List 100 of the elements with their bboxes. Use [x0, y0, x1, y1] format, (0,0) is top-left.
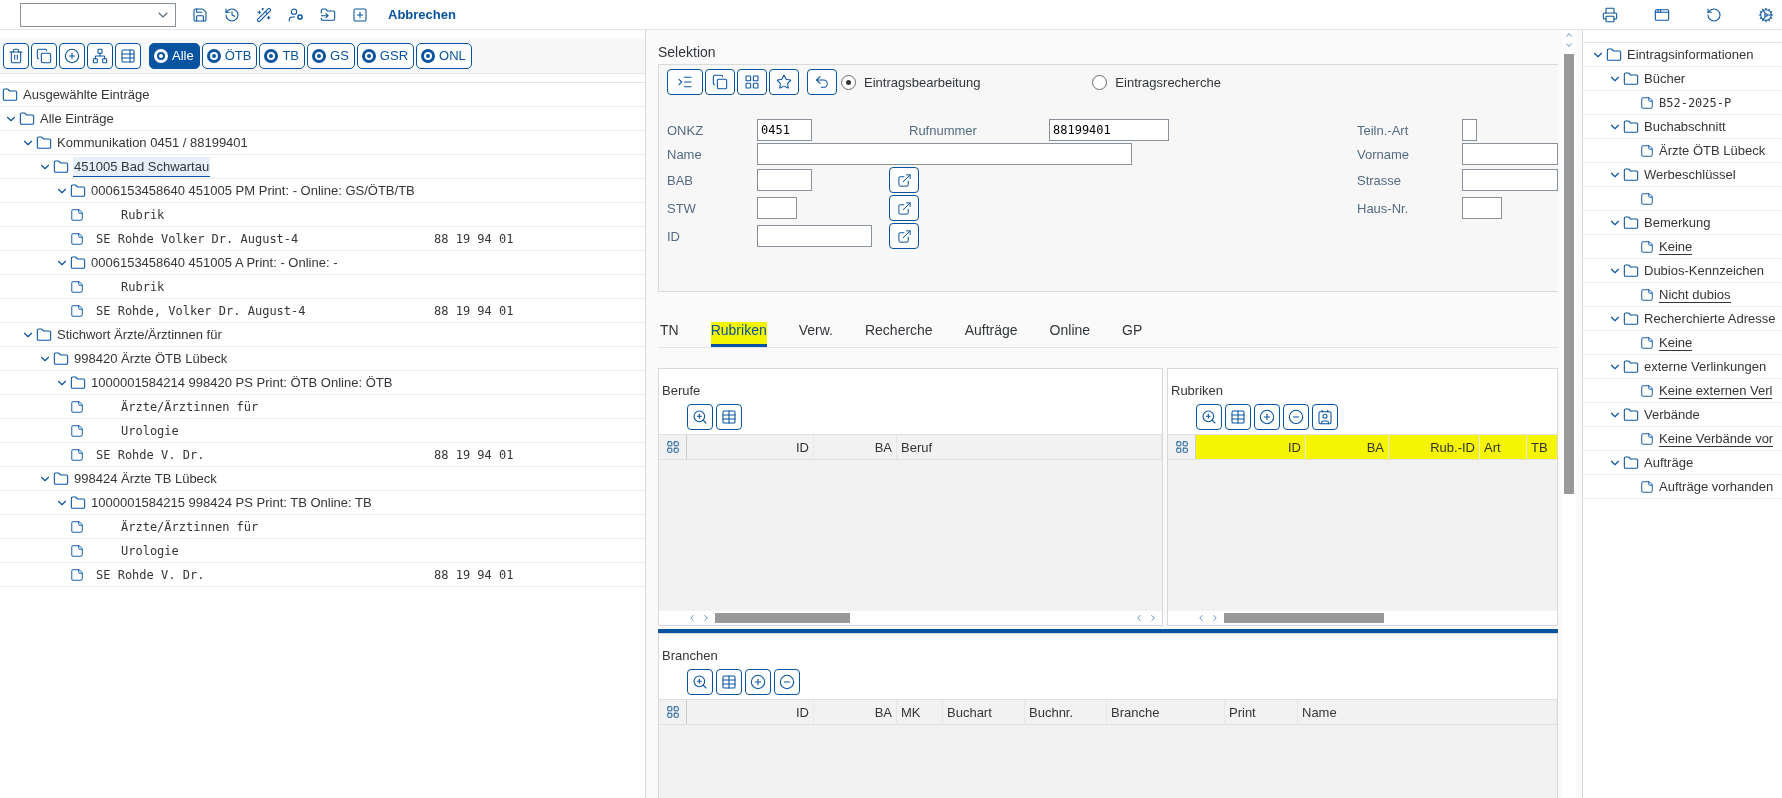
- column-header[interactable]: BA: [814, 700, 897, 724]
- column-header[interactable]: BA: [814, 435, 897, 459]
- filter-button[interactable]: TB: [259, 42, 306, 69]
- info-group-label[interactable]: Buchabschnitt: [1644, 119, 1726, 134]
- tree-node-label[interactable]: 451005 Bad Schwartau: [73, 156, 211, 177]
- radio-button[interactable]: [841, 74, 856, 90]
- tree-line-text[interactable]: Rubrik: [121, 207, 165, 222]
- column-header[interactable]: ID: [687, 700, 814, 724]
- column-header[interactable]: Name: [1298, 700, 1557, 724]
- tree-entry-text[interactable]: SE Rohde Volker Dr. August-4: [96, 231, 434, 246]
- cancel-button[interactable]: Abbrechen: [384, 5, 460, 24]
- copy-button[interactable]: [705, 69, 735, 95]
- wand-icon[interactable]: [256, 6, 272, 23]
- tab[interactable]: Recherche: [864, 322, 933, 347]
- tab[interactable]: Online: [1049, 322, 1091, 347]
- picker-button[interactable]: [889, 223, 919, 249]
- settings-icon[interactable]: [1758, 6, 1774, 23]
- add-square-icon[interactable]: [352, 6, 368, 23]
- info-link[interactable]: Nicht dubios: [1659, 286, 1731, 303]
- zoom-button[interactable]: [687, 669, 713, 695]
- remove-button[interactable]: [1283, 404, 1309, 430]
- table-button[interactable]: [115, 42, 141, 69]
- tree-entry-text[interactable]: SE Rohde, Volker Dr. August-4: [96, 303, 434, 318]
- input-field[interactable]: [1462, 197, 1502, 219]
- tree-node-label[interactable]: Kommunikation 0451 / 88199401: [56, 133, 249, 152]
- column-header[interactable]: Buchart: [943, 700, 1025, 724]
- picker-button[interactable]: [889, 167, 919, 193]
- contact-button[interactable]: [1312, 404, 1338, 430]
- info-group-label[interactable]: Bemerkung: [1644, 215, 1711, 230]
- tree-node-label[interactable]: 998424 Ärzte TB Lübeck: [73, 469, 218, 488]
- window-icon[interactable]: [1654, 6, 1670, 23]
- tree-line-text[interactable]: Rubrik: [121, 279, 165, 294]
- column-header[interactable]: MK: [897, 700, 943, 724]
- column-header[interactable]: Branche: [1107, 700, 1225, 724]
- tree-node-label[interactable]: 1000001584215 998424 PS Print: TB Online: TB: [90, 493, 373, 512]
- tab[interactable]: Aufträge: [964, 322, 1018, 347]
- tree-node-label[interactable]: 998420 Ärzte ÖTB Lübeck: [73, 349, 229, 368]
- grid-button[interactable]: [737, 69, 767, 95]
- tab[interactable]: Verw.: [798, 322, 833, 347]
- column-header[interactable]: Rub.-ID: [1389, 435, 1480, 459]
- filter-button[interactable]: GSR: [356, 42, 414, 69]
- info-group-label[interactable]: Werbeschlüssel: [1644, 167, 1736, 182]
- input-field[interactable]: [1462, 143, 1558, 165]
- dropdown-field[interactable]: [20, 2, 176, 27]
- info-group-label[interactable]: Eintragsinformationen: [1627, 47, 1754, 62]
- column-header[interactable]: Buchnr.: [1025, 700, 1107, 724]
- favorite-button[interactable]: [769, 69, 799, 95]
- tab[interactable]: GP: [1122, 322, 1143, 347]
- tree-line-text[interactable]: Ärzte/Ärztinnen für: [121, 519, 259, 534]
- info-group-label[interactable]: Aufträge: [1644, 455, 1694, 470]
- undo-button[interactable]: [807, 69, 837, 95]
- tree-line-text[interactable]: Ärzte/Ärztinnen für: [121, 399, 259, 414]
- column-header[interactable]: BA: [1306, 435, 1389, 459]
- filter-button[interactable]: Alle: [149, 42, 200, 69]
- tab[interactable]: Rubriken: [710, 322, 767, 347]
- info-group-label[interactable]: Dubios-Kennzeichen: [1644, 263, 1764, 278]
- tree-entry-text[interactable]: SE Rohde V. Dr.: [96, 567, 434, 582]
- table-button[interactable]: [716, 669, 742, 695]
- remove-button[interactable]: [774, 669, 800, 695]
- filter-button[interactable]: ONL: [416, 42, 472, 69]
- delete-button[interactable]: [3, 42, 29, 69]
- folder-input-icon[interactable]: [320, 6, 336, 23]
- zoom-button[interactable]: [687, 404, 713, 430]
- tree-node-label[interactable]: Alle Einträge: [39, 109, 115, 128]
- input-field[interactable]: [757, 143, 1132, 165]
- tree-line-text[interactable]: Urologie: [121, 423, 179, 438]
- filter-button[interactable]: GS: [307, 42, 355, 69]
- tree-node-label[interactable]: 1000001584214 998420 PS Print: ÖTB Online: ÖTB: [90, 373, 394, 392]
- info-group-label[interactable]: Bücher: [1644, 71, 1686, 86]
- column-header[interactable]: Print: [1225, 700, 1298, 724]
- picker-button[interactable]: [889, 195, 919, 221]
- column-header[interactable]: Beruf: [897, 435, 1162, 459]
- info-group-label[interactable]: externe Verlinkungen: [1644, 359, 1767, 374]
- indent-button[interactable]: [667, 69, 703, 95]
- reload-icon[interactable]: [1706, 6, 1722, 23]
- tree-line-text[interactable]: Urologie: [121, 543, 179, 558]
- info-group-label[interactable]: Verbände: [1644, 407, 1700, 422]
- save-icon[interactable]: [192, 6, 208, 23]
- input-field[interactable]: [757, 225, 872, 247]
- filter-button[interactable]: ÖTB: [201, 42, 258, 69]
- tree-node-label[interactable]: Ausgewählte Einträge: [22, 85, 151, 104]
- input-field[interactable]: [757, 169, 812, 191]
- add-button[interactable]: [1254, 404, 1280, 430]
- copy-button[interactable]: [31, 42, 57, 69]
- hierarchy-button[interactable]: [87, 42, 113, 69]
- info-link[interactable]: Keine: [1659, 334, 1693, 351]
- column-header[interactable]: ID: [687, 435, 814, 459]
- input-field[interactable]: [1462, 169, 1558, 191]
- table-button[interactable]: [716, 404, 742, 430]
- info-link[interactable]: Keine: [1659, 238, 1693, 255]
- input-field[interactable]: 88199401: [1049, 119, 1169, 141]
- info-link[interactable]: Keine Verbände vor: [1659, 430, 1774, 447]
- column-header[interactable]: Art: [1480, 435, 1527, 459]
- column-header[interactable]: ID: [1196, 435, 1306, 459]
- tab[interactable]: TN: [660, 322, 679, 347]
- zoom-button[interactable]: [1196, 404, 1222, 430]
- radio-button[interactable]: [1092, 74, 1108, 90]
- add-button[interactable]: [59, 42, 85, 69]
- vertical-scrollbar[interactable]: [1562, 30, 1576, 798]
- tree-node-label[interactable]: 0006153458640 451005 PM Print: - Online: GS/ÖTB/TB: [90, 181, 416, 200]
